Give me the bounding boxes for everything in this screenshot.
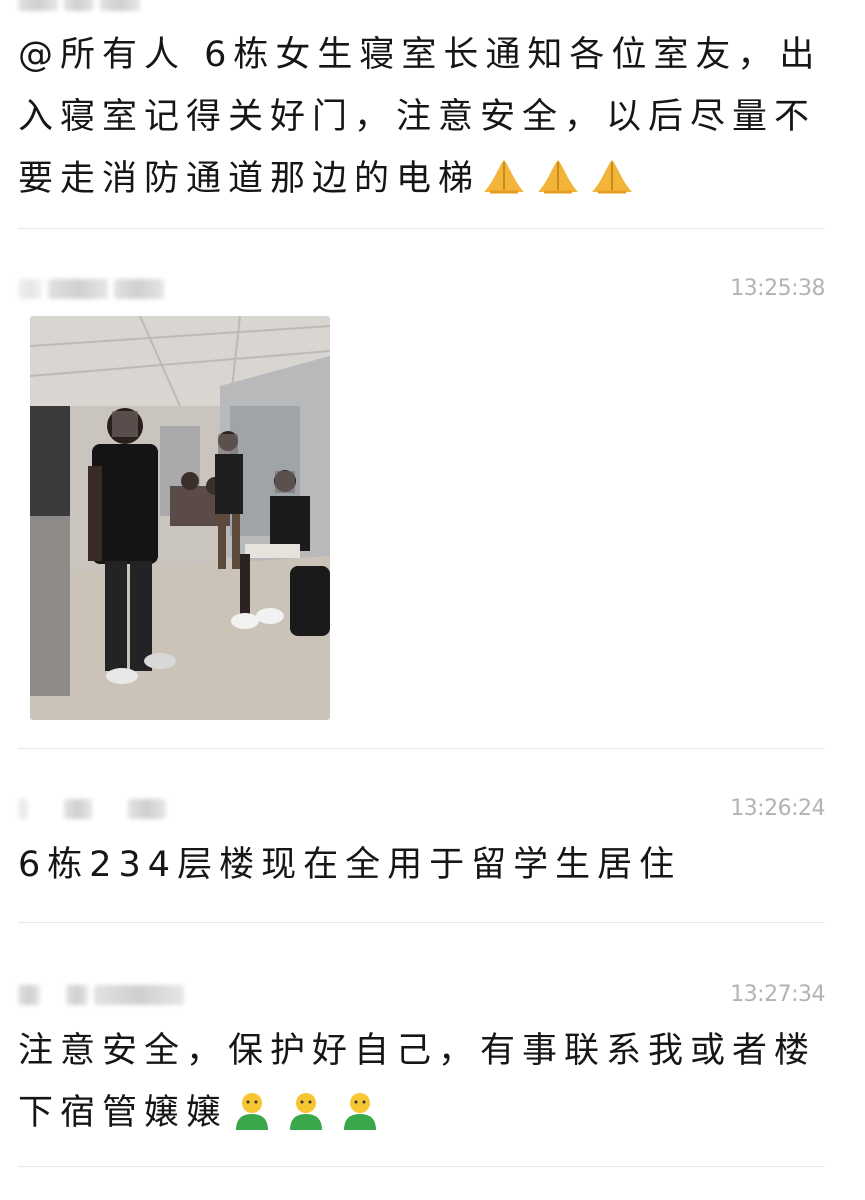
chat-message[interactable]: @所有人 6栋女生寝室长通知各位室友，出 入寝室记得关好门，注意安全，以后尽量不… — [18, 0, 825, 213]
message-timestamp: 13:25:38 — [730, 276, 825, 301]
folded-hands-emoji — [480, 154, 528, 194]
green-person-emoji — [336, 1088, 384, 1130]
message-line-text: 要走消防通道那边的电梯 — [18, 159, 481, 199]
message-text: 6栋234层楼现在全用于留学生居住 — [18, 834, 681, 896]
message-line: 下宿管嬢嬢 — [18, 1082, 816, 1144]
message-divider — [18, 922, 825, 923]
message-divider — [18, 748, 825, 749]
sender-name-redacted — [18, 276, 164, 302]
message-divider — [18, 228, 825, 229]
group-photo-hallway[interactable] — [30, 316, 330, 720]
message-text: 注意安全，保护好自己，有事联系我或者楼 下宿管嬢嬢 — [18, 1020, 816, 1144]
message-timestamp: 13:26:24 — [730, 796, 825, 821]
message-line: 6栋234层楼现在全用于留学生居住 — [18, 845, 682, 885]
green-person-emoji — [228, 1088, 276, 1130]
message-line-text: 下宿管嬢嬢 — [18, 1093, 229, 1133]
message-line: @所有人 6栋女生寝室长通知各位室友，出 — [18, 35, 822, 75]
message-line: 注意安全，保护好自己，有事联系我或者楼 — [18, 1031, 817, 1071]
chat-message[interactable]: 13:27:34 注意安全，保护好自己，有事联系我或者楼 下宿管嬢嬢 — [18, 982, 825, 1152]
chat-thread: @所有人 6栋女生寝室长通知各位室友，出 入寝室记得关好门，注意安全，以后尽量不… — [0, 0, 865, 1200]
green-person-emoji — [282, 1088, 330, 1130]
sender-name-redacted — [18, 796, 166, 822]
message-divider — [18, 1166, 825, 1167]
message-timestamp: 13:27:34 — [730, 982, 825, 1007]
chat-message[interactable]: 13:26:24 6栋234层楼现在全用于留学生居住 — [18, 796, 825, 896]
sender-name-redacted — [18, 0, 140, 14]
chat-message[interactable]: 13:25:38 — [18, 276, 825, 726]
folded-hands-emoji — [588, 154, 636, 194]
message-text: @所有人 6栋女生寝室长通知各位室友，出 入寝室记得关好门，注意安全，以后尽量不… — [18, 24, 821, 210]
message-line: 入寝室记得关好门，注意安全，以后尽量不 — [18, 97, 817, 137]
sender-name-redacted — [18, 982, 184, 1008]
folded-hands-emoji — [534, 154, 582, 194]
message-line: 要走消防通道那边的电梯 — [18, 148, 821, 210]
